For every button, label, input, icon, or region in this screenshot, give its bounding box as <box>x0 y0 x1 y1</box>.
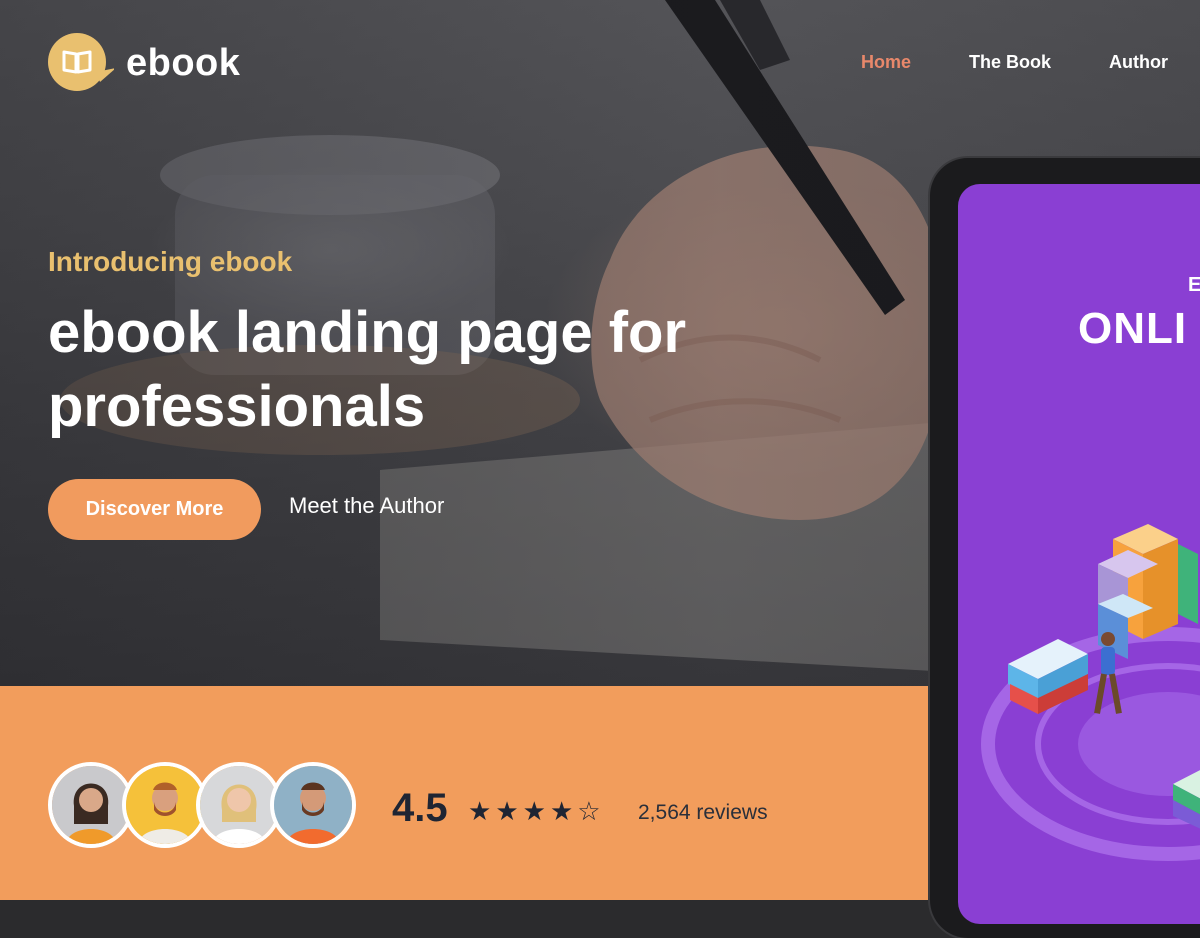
star-outline-icon: ☆ <box>577 796 601 826</box>
rating-score: 4.5 <box>392 786 448 830</box>
reviewer-avatars <box>48 762 356 848</box>
hero-headline: ebook landing page for professionals <box>48 300 687 439</box>
brand-name: ebook <box>126 41 241 84</box>
phone-screen-kicker: E <box>1188 274 1200 296</box>
phone-screen: E ONLI <box>958 184 1200 924</box>
hero-eyebrow: Introducing ebook <box>48 246 293 277</box>
rating-stars: ★ ★ ★ ★ ☆ <box>468 796 601 826</box>
meet-the-author-link[interactable]: Meet the Author <box>289 493 444 519</box>
discover-more-button[interactable]: Discover More <box>48 479 261 540</box>
nav-home[interactable]: Home <box>861 52 911 73</box>
nav-author[interactable]: Author <box>1109 52 1168 73</box>
isometric-books-illustration <box>981 524 1200 861</box>
nav-the-book[interactable]: The Book <box>969 52 1051 73</box>
reviews-count: 2,564 reviews <box>638 801 768 824</box>
main-nav: Home The Book Author <box>861 52 1168 73</box>
brand-logo[interactable]: ebook <box>48 32 240 94</box>
phone-screen-title: ONLI <box>1078 304 1188 353</box>
open-book-logo-icon <box>48 32 116 94</box>
avatar <box>270 762 356 848</box>
star-icon: ★ <box>549 796 574 826</box>
star-icon: ★ <box>468 796 492 826</box>
star-icon: ★ <box>495 796 519 826</box>
star-icon: ★ <box>522 796 546 826</box>
